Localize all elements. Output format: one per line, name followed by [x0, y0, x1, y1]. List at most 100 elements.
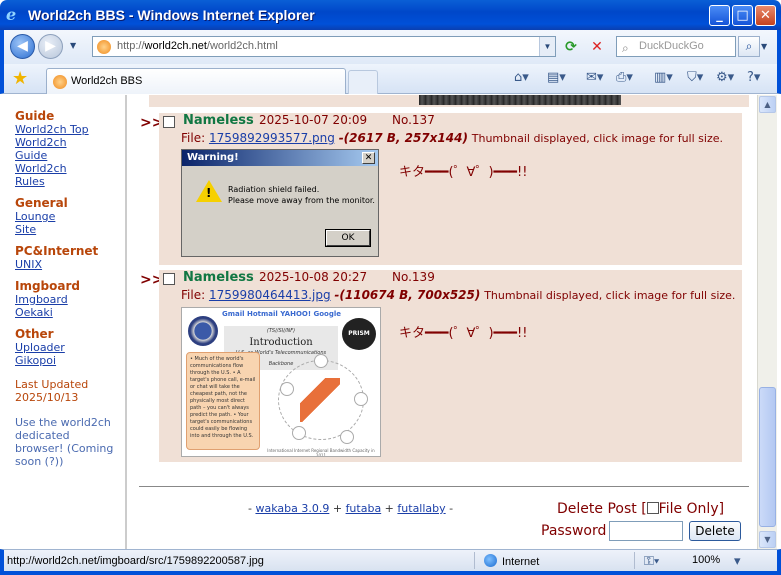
- security-zone: Internet: [484, 554, 539, 568]
- wakaba-link[interactable]: wakaba 3.0.9: [255, 502, 329, 515]
- help-icon[interactable]: ?▾: [747, 70, 760, 88]
- sidebar-link-uploader[interactable]: Uploader: [15, 341, 125, 354]
- file-info: File: 1759980464413.jpg -(110674 B, 700x…: [181, 288, 735, 302]
- print-icon[interactable]: ⎙▾: [616, 70, 633, 88]
- zoom-level[interactable]: 100%: [692, 554, 720, 566]
- protected-mode-icon[interactable]: ⚿▾: [644, 553, 659, 571]
- file-only-checkbox[interactable]: [646, 502, 659, 514]
- post-number[interactable]: No.137: [392, 113, 435, 127]
- mail-icon[interactable]: ✉▾: [586, 70, 603, 88]
- post-select-checkbox[interactable]: [163, 116, 175, 128]
- window-title: World2ch BBS - Windows Internet Explorer: [28, 7, 315, 23]
- post-thumbnail-image[interactable]: Warning! ✕ ! Radiation shield failed. Pl…: [181, 149, 379, 257]
- reply-post-137: Nameless 2025-10-07 20:09 No.137 File: 1…: [159, 113, 742, 265]
- new-tab-button[interactable]: [348, 70, 378, 94]
- search-input[interactable]: ⌕ DuckDuckGo: [616, 36, 736, 57]
- post-thumbnail-image[interactable]: Gmail Hotmail YAHOO! Google (TS//SI//NF)…: [181, 307, 381, 457]
- address-toolbar: ◀ ▶ ▼ http://world2ch.net/world2ch.html …: [0, 30, 781, 64]
- minimize-button[interactable]: _: [709, 5, 730, 26]
- sidebar-link-gikopoi[interactable]: Gikopoi: [15, 354, 125, 367]
- favorites-star-icon[interactable]: ★: [12, 68, 28, 89]
- post-number[interactable]: No.139: [392, 270, 435, 284]
- thread-content: >> Nameless 2025-10-07 20:09 No.137 File…: [129, 95, 757, 549]
- file-meta: -(110674 B, 700x525): [334, 288, 481, 302]
- dialog-message: Radiation shield failed. Please move awa…: [228, 184, 375, 206]
- credits-suffix: -: [445, 502, 454, 515]
- post-datetime: 2025-10-07 20:09: [259, 113, 368, 127]
- sidebar-link-world2ch-top[interactable]: World2ch Top: [15, 123, 125, 136]
- status-separator: [474, 552, 475, 569]
- dialog-title: Warning!: [182, 150, 378, 166]
- tab-favicon-icon: [53, 75, 67, 89]
- futallaby-link[interactable]: futallaby: [397, 502, 445, 515]
- agency-seal-icon: [188, 316, 218, 346]
- zoom-dropdown-icon[interactable]: ▾: [734, 553, 741, 571]
- home-icon[interactable]: ⌂▾: [514, 70, 529, 88]
- status-url: http://world2ch.net/imgboard/src/1759892…: [7, 555, 264, 567]
- diagram-node: [280, 382, 294, 396]
- sidebar-link-imgboard[interactable]: Imgboard: [15, 293, 125, 306]
- provider-logos: Gmail Hotmail YAHOO! Google: [222, 310, 341, 318]
- globe-icon: [484, 554, 497, 567]
- address-input[interactable]: http://world2ch.net/world2ch.html ▼: [92, 36, 556, 57]
- file-link[interactable]: 1759980464413.jpg: [209, 288, 331, 302]
- page-icon[interactable]: ▥▾: [654, 70, 673, 88]
- reply-post-139: Nameless 2025-10-08 20:27 No.139 File: 1…: [159, 270, 742, 462]
- back-button[interactable]: ◀: [10, 34, 35, 59]
- credits: - wakaba 3.0.9 + futaba + futallaby -: [248, 502, 453, 515]
- refresh-icon[interactable]: ⟳: [562, 38, 580, 56]
- delete-button[interactable]: Delete: [689, 521, 741, 541]
- dialog-close-icon: ✕: [362, 152, 375, 164]
- sidebar-link-site[interactable]: Site: [15, 223, 125, 236]
- scroll-down-button[interactable]: ▼: [759, 531, 776, 548]
- address-dropdown-icon[interactable]: ▼: [539, 37, 555, 56]
- delete-post-label: Delete Post [: [557, 501, 647, 517]
- password-input[interactable]: [609, 521, 683, 541]
- feeds-icon[interactable]: ▤▾: [547, 70, 566, 88]
- search-options-icon[interactable]: ▼: [761, 42, 767, 51]
- vertical-scrollbar[interactable]: ▲ ▼: [757, 95, 777, 549]
- dialog-line-1: Radiation shield failed.: [228, 185, 320, 194]
- file-label: File:: [181, 131, 206, 145]
- sidebar-link-world2ch-guide[interactable]: World2ch Guide: [15, 136, 75, 162]
- diagram-node: [340, 430, 354, 444]
- safety-icon[interactable]: ⛉▾: [687, 70, 703, 88]
- file-only-label: File Only]: [658, 501, 725, 517]
- scroll-up-button[interactable]: ▲: [759, 96, 776, 113]
- sidebar-link-world2ch-rules[interactable]: World2ch Rules: [15, 162, 75, 188]
- close-button[interactable]: ✕: [755, 5, 776, 26]
- sidebar-link-lounge[interactable]: Lounge: [15, 210, 125, 223]
- file-info: File: 1759892993577.png -(2617 B, 257x14…: [181, 131, 723, 145]
- tools-gear-icon[interactable]: ⚙▾: [716, 70, 734, 88]
- thumbnail-hint: Thumbnail displayed, click image for ful…: [471, 132, 723, 145]
- search-provider-icon: ⌕: [622, 41, 629, 55]
- file-link[interactable]: 1759892993577.png: [209, 131, 335, 145]
- previous-post-image[interactable]: [419, 95, 621, 105]
- slide-footer: International Internet Regional Bandwidt…: [267, 448, 375, 457]
- futaba-link[interactable]: futaba: [346, 502, 382, 515]
- title-bar: e World2ch BBS - Windows Internet Explor…: [0, 0, 781, 30]
- scroll-thumb[interactable]: [759, 387, 776, 527]
- tab-label: World2ch BBS: [71, 75, 143, 87]
- delete-post-row: Delete Post [ File Only]: [557, 501, 724, 517]
- history-dropdown-icon[interactable]: ▼: [70, 41, 80, 51]
- stop-icon[interactable]: ✕: [588, 38, 606, 56]
- ie-logo-icon: e: [6, 5, 17, 24]
- status-separator: [634, 552, 635, 569]
- poster-name: Nameless: [183, 113, 254, 128]
- forward-button[interactable]: ▶: [38, 34, 63, 59]
- warning-icon-mark: !: [206, 186, 212, 200]
- tab-world2ch[interactable]: World2ch BBS: [46, 68, 346, 94]
- maximize-button[interactable]: □: [732, 5, 753, 26]
- slide-classification: (TS//SI//NF): [266, 328, 296, 334]
- search-icon[interactable]: ⌕: [738, 36, 760, 57]
- thumbnail-hint: Thumbnail displayed, click image for ful…: [484, 289, 736, 302]
- sidebar-link-oekaki[interactable]: Oekaki: [15, 306, 125, 319]
- last-updated-date: 2025/10/13: [15, 391, 79, 404]
- post-select-checkbox[interactable]: [163, 273, 175, 285]
- status-bar: http://world2ch.net/imgboard/src/1759892…: [0, 549, 781, 575]
- sidebar-link-unix[interactable]: UNIX: [15, 258, 125, 271]
- sidebar-section-title: General: [15, 196, 68, 210]
- password-label: Password: [541, 523, 607, 539]
- traffic-flow-shape: [300, 378, 340, 422]
